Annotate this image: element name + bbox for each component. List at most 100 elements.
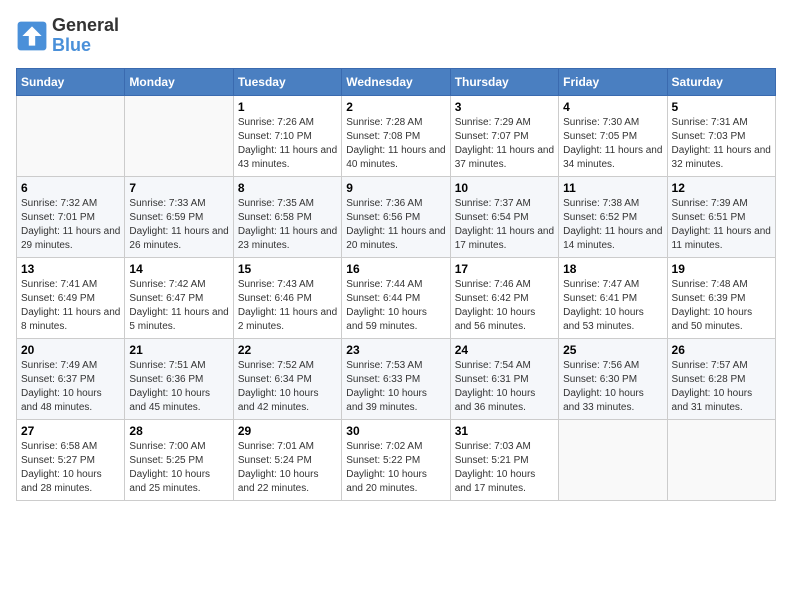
day-number: 13 [21,262,120,276]
daylight-text: Daylight: 11 hours and 37 minutes. [455,144,554,172]
calendar-week-row: 6 Sunrise: 7:32 AM Sunset: 7:01 PM Dayli… [17,176,776,257]
day-number: 22 [238,343,337,357]
sunrise-text: Sunrise: 7:57 AM [672,359,771,373]
sunset-text: Sunset: 6:39 PM [672,292,771,306]
weekday-header: Wednesday [342,68,450,95]
day-number: 17 [455,262,554,276]
day-number: 2 [346,100,445,114]
sunset-text: Sunset: 6:58 PM [238,211,337,225]
day-info: Sunrise: 6:58 AM Sunset: 5:27 PM Dayligh… [21,440,120,496]
day-number: 6 [21,181,120,195]
sunset-text: Sunset: 5:25 PM [129,454,228,468]
day-info: Sunrise: 7:53 AM Sunset: 6:33 PM Dayligh… [346,359,445,415]
day-info: Sunrise: 7:37 AM Sunset: 6:54 PM Dayligh… [455,197,554,253]
calendar-cell: 20 Sunrise: 7:49 AM Sunset: 6:37 PM Dayl… [17,338,125,419]
weekday-header: Thursday [450,68,558,95]
calendar-cell: 3 Sunrise: 7:29 AM Sunset: 7:07 PM Dayli… [450,95,558,176]
day-info: Sunrise: 7:38 AM Sunset: 6:52 PM Dayligh… [563,197,662,253]
daylight-text: Daylight: 10 hours and 50 minutes. [672,306,771,334]
day-info: Sunrise: 7:42 AM Sunset: 6:47 PM Dayligh… [129,278,228,334]
daylight-text: Daylight: 11 hours and 20 minutes. [346,225,445,253]
calendar-week-row: 13 Sunrise: 7:41 AM Sunset: 6:49 PM Dayl… [17,257,776,338]
day-info: Sunrise: 7:46 AM Sunset: 6:42 PM Dayligh… [455,278,554,334]
calendar-cell [17,95,125,176]
calendar-cell: 2 Sunrise: 7:28 AM Sunset: 7:08 PM Dayli… [342,95,450,176]
calendar-cell: 25 Sunrise: 7:56 AM Sunset: 6:30 PM Dayl… [559,338,667,419]
sunrise-text: Sunrise: 7:35 AM [238,197,337,211]
sunset-text: Sunset: 5:22 PM [346,454,445,468]
calendar-cell: 26 Sunrise: 7:57 AM Sunset: 6:28 PM Dayl… [667,338,775,419]
sunrise-text: Sunrise: 7:51 AM [129,359,228,373]
daylight-text: Daylight: 10 hours and 25 minutes. [129,468,228,496]
sunrise-text: Sunrise: 7:02 AM [346,440,445,454]
day-number: 4 [563,100,662,114]
daylight-text: Daylight: 10 hours and 20 minutes. [346,468,445,496]
calendar-cell: 17 Sunrise: 7:46 AM Sunset: 6:42 PM Dayl… [450,257,558,338]
sunrise-text: Sunrise: 7:00 AM [129,440,228,454]
sunset-text: Sunset: 6:52 PM [563,211,662,225]
day-number: 9 [346,181,445,195]
day-info: Sunrise: 7:49 AM Sunset: 6:37 PM Dayligh… [21,359,120,415]
sunrise-text: Sunrise: 7:41 AM [21,278,120,292]
day-number: 1 [238,100,337,114]
sunset-text: Sunset: 5:21 PM [455,454,554,468]
sunset-text: Sunset: 7:05 PM [563,130,662,144]
daylight-text: Daylight: 10 hours and 48 minutes. [21,387,120,415]
sunset-text: Sunset: 6:33 PM [346,373,445,387]
daylight-text: Daylight: 11 hours and 17 minutes. [455,225,554,253]
daylight-text: Daylight: 10 hours and 59 minutes. [346,306,445,334]
sunset-text: Sunset: 6:59 PM [129,211,228,225]
day-info: Sunrise: 7:57 AM Sunset: 6:28 PM Dayligh… [672,359,771,415]
calendar-cell: 9 Sunrise: 7:36 AM Sunset: 6:56 PM Dayli… [342,176,450,257]
sunset-text: Sunset: 6:34 PM [238,373,337,387]
calendar-cell: 27 Sunrise: 6:58 AM Sunset: 5:27 PM Dayl… [17,419,125,500]
calendar-cell: 21 Sunrise: 7:51 AM Sunset: 6:36 PM Dayl… [125,338,233,419]
calendar-cell: 15 Sunrise: 7:43 AM Sunset: 6:46 PM Dayl… [233,257,341,338]
sunset-text: Sunset: 5:27 PM [21,454,120,468]
calendar-cell: 22 Sunrise: 7:52 AM Sunset: 6:34 PM Dayl… [233,338,341,419]
logo-blue: Blue [52,36,119,56]
day-number: 25 [563,343,662,357]
logo-icon [16,20,48,52]
calendar-cell [559,419,667,500]
calendar-cell: 28 Sunrise: 7:00 AM Sunset: 5:25 PM Dayl… [125,419,233,500]
calendar-week-row: 27 Sunrise: 6:58 AM Sunset: 5:27 PM Dayl… [17,419,776,500]
daylight-text: Daylight: 11 hours and 23 minutes. [238,225,337,253]
daylight-text: Daylight: 11 hours and 40 minutes. [346,144,445,172]
daylight-text: Daylight: 11 hours and 11 minutes. [672,225,771,253]
sunrise-text: Sunrise: 7:28 AM [346,116,445,130]
sunrise-text: Sunrise: 7:33 AM [129,197,228,211]
weekday-header: Friday [559,68,667,95]
weekday-header: Sunday [17,68,125,95]
sunrise-text: Sunrise: 7:43 AM [238,278,337,292]
daylight-text: Daylight: 10 hours and 42 minutes. [238,387,337,415]
sunrise-text: Sunrise: 7:48 AM [672,278,771,292]
page-header: General Blue [16,16,776,56]
day-info: Sunrise: 7:31 AM Sunset: 7:03 PM Dayligh… [672,116,771,172]
sunset-text: Sunset: 7:03 PM [672,130,771,144]
daylight-text: Daylight: 10 hours and 22 minutes. [238,468,337,496]
day-number: 18 [563,262,662,276]
day-number: 3 [455,100,554,114]
day-number: 24 [455,343,554,357]
daylight-text: Daylight: 11 hours and 2 minutes. [238,306,337,334]
weekday-header: Monday [125,68,233,95]
sunset-text: Sunset: 5:24 PM [238,454,337,468]
calendar-cell: 7 Sunrise: 7:33 AM Sunset: 6:59 PM Dayli… [125,176,233,257]
calendar-cell: 31 Sunrise: 7:03 AM Sunset: 5:21 PM Dayl… [450,419,558,500]
calendar-cell [667,419,775,500]
sunset-text: Sunset: 6:56 PM [346,211,445,225]
day-number: 14 [129,262,228,276]
sunrise-text: Sunrise: 7:49 AM [21,359,120,373]
calendar-cell: 13 Sunrise: 7:41 AM Sunset: 6:49 PM Dayl… [17,257,125,338]
sunset-text: Sunset: 6:30 PM [563,373,662,387]
sunrise-text: Sunrise: 7:53 AM [346,359,445,373]
day-info: Sunrise: 7:52 AM Sunset: 6:34 PM Dayligh… [238,359,337,415]
calendar-cell: 11 Sunrise: 7:38 AM Sunset: 6:52 PM Dayl… [559,176,667,257]
daylight-text: Daylight: 10 hours and 17 minutes. [455,468,554,496]
sunrise-text: Sunrise: 6:58 AM [21,440,120,454]
sunrise-text: Sunrise: 7:54 AM [455,359,554,373]
day-info: Sunrise: 7:28 AM Sunset: 7:08 PM Dayligh… [346,116,445,172]
daylight-text: Daylight: 10 hours and 56 minutes. [455,306,554,334]
calendar-cell: 1 Sunrise: 7:26 AM Sunset: 7:10 PM Dayli… [233,95,341,176]
